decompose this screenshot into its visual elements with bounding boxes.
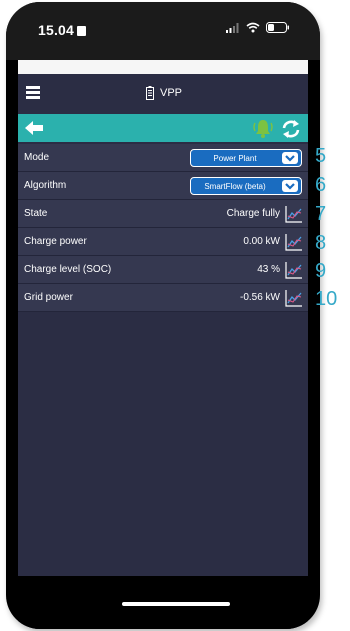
action-toolbar [18, 114, 308, 142]
signal-icon [226, 22, 239, 33]
status-icons [226, 22, 290, 33]
annotation-number: 5 [315, 145, 327, 167]
line-chart-icon[interactable] [284, 232, 304, 252]
row-grid-power: Grid power -0.56 kW [18, 284, 308, 312]
arrow-left-icon[interactable] [24, 119, 44, 137]
app-header: VPP [18, 74, 308, 114]
annotation-number: 6 [315, 174, 327, 196]
row-value: 0.00 kW [243, 236, 280, 247]
line-chart-icon[interactable] [284, 260, 304, 280]
algorithm-select-value: SmartFlow (beta) [204, 182, 266, 191]
row-charge-level: Charge level (SOC) 43 % [18, 256, 308, 284]
page-title: VPP [160, 87, 183, 99]
mode-select[interactable]: Power Plant [190, 149, 302, 167]
annotation-number: 7 [315, 203, 327, 225]
row-mode: Mode Power Plant [18, 144, 308, 172]
bell-icon[interactable] [252, 117, 274, 139]
annotation-number: 10 [315, 288, 338, 310]
settings-list: Mode Power Plant Algorithm SmartFlow (be… [18, 144, 308, 312]
row-label: State [24, 208, 48, 219]
row-label: Charge level (SOC) [24, 264, 112, 275]
row-label: Mode [24, 152, 50, 163]
wifi-icon [246, 22, 260, 33]
battery-status-icon [266, 22, 289, 33]
row-value: 43 % [257, 264, 280, 275]
app-screen: VPP Mode Power Plant Algorithm SmartFlow… [18, 74, 308, 629]
annotation-number: 8 [315, 232, 327, 254]
sync-icon[interactable] [281, 119, 301, 139]
mode-select-value: Power Plant [213, 154, 257, 163]
line-chart-icon[interactable] [284, 288, 304, 308]
status-notification-icon [77, 26, 87, 36]
stage: 15.04 VPP Mode Power Plant Algorithm Sma… [0, 0, 350, 631]
row-algorithm: Algorithm SmartFlow (beta) [18, 172, 308, 200]
bottom-bar [18, 576, 308, 629]
row-label: Charge power [24, 236, 87, 247]
row-label: Algorithm [24, 180, 67, 191]
row-value: -0.56 kW [239, 292, 280, 303]
chevron-down-icon [282, 180, 298, 192]
battery-icon [146, 86, 154, 100]
hamburger-icon[interactable] [26, 86, 40, 100]
status-time-text: 15.04 [38, 22, 75, 38]
row-state: State Charge fully [18, 200, 308, 228]
row-label: Grid power [24, 292, 73, 303]
row-value: Charge fully [226, 208, 280, 219]
home-indicator[interactable] [122, 602, 230, 606]
algorithm-select[interactable]: SmartFlow (beta) [190, 177, 302, 195]
status-time: 15.04 [38, 22, 87, 38]
app-title-group: VPP [146, 86, 182, 100]
row-charge-power: Charge power 0.00 kW [18, 228, 308, 256]
line-chart-icon[interactable] [284, 204, 304, 224]
top-strip [18, 60, 308, 74]
status-bar: 15.04 [6, 2, 320, 60]
chevron-down-icon [282, 152, 298, 164]
phone-frame: 15.04 VPP Mode Power Plant Algorithm Sma… [6, 2, 320, 629]
annotation-number: 9 [315, 260, 327, 282]
